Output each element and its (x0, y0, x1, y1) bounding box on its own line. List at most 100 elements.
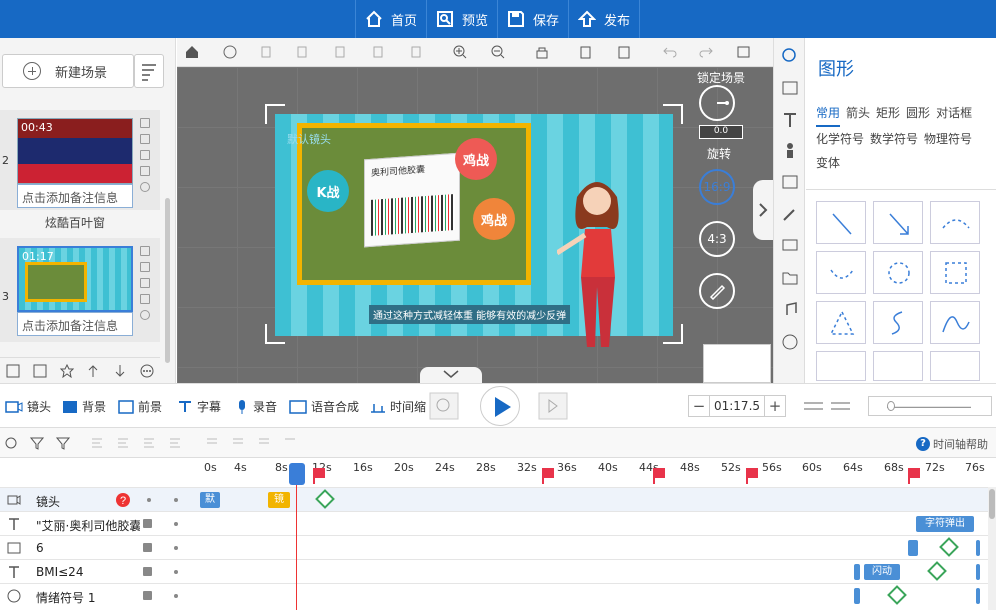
clip-flash[interactable]: 闪动 (864, 564, 900, 580)
lock-icon[interactable] (535, 45, 549, 59)
paste-icon[interactable] (617, 45, 631, 59)
track-emotion-1[interactable]: 情绪符号 1 (0, 583, 996, 607)
play-button[interactable] (480, 386, 520, 426)
clip-end[interactable] (976, 588, 980, 604)
clip-default[interactable]: 默 (200, 492, 220, 508)
clip-segment[interactable] (908, 540, 918, 556)
track-image-6[interactable]: 6 (0, 535, 996, 559)
more-icon[interactable] (140, 364, 154, 378)
timeline-zoom-slider[interactable] (868, 396, 992, 416)
scene-note-field[interactable]: 点击添加备注信息 (17, 184, 133, 208)
option-dot[interactable] (174, 498, 178, 502)
track-lane[interactable]: 字符弹出 (200, 512, 996, 536)
import-icon[interactable] (6, 364, 20, 378)
stage[interactable]: 奥利司他胶囊 K战 鸡战 鸡战 通过这种方式减轻体重 能够有效的减少反弹 默认镜… (177, 67, 773, 383)
export-icon[interactable] (140, 150, 150, 160)
add-keyframe-button[interactable] (315, 489, 335, 509)
more-icon[interactable] (782, 334, 798, 350)
redo-icon[interactable] (699, 45, 713, 59)
track-lane[interactable] (200, 536, 996, 560)
arrow-up-icon[interactable] (86, 364, 100, 378)
clip-start[interactable] (854, 564, 860, 580)
align-middle-icon[interactable] (333, 45, 347, 59)
align-tools-icon[interactable] (90, 436, 200, 450)
rotate-dial[interactable] (699, 85, 735, 121)
image-popup[interactable] (703, 344, 771, 383)
shape-triangle[interactable] (816, 301, 866, 344)
star-icon[interactable] (140, 182, 150, 192)
delete-icon[interactable] (140, 262, 150, 272)
text-icon[interactable] (782, 112, 798, 128)
more-icon[interactable] (223, 45, 237, 59)
timeline-ruler[interactable]: 0s 4s 8s 12s 16s 20s 24s 28s 32s 36s 40s… (0, 457, 996, 487)
tab-circle[interactable]: 圆形 (906, 101, 930, 125)
tab-chemistry[interactable]: 化学符号 (816, 127, 864, 151)
clip-char-popup[interactable]: 字符弹出 (916, 516, 974, 532)
arrow-down-icon[interactable] (113, 364, 127, 378)
scene-thumbnail[interactable]: 01:17 (17, 246, 133, 312)
clear-filter-icon[interactable] (56, 436, 70, 450)
tab-common[interactable]: 常用 (816, 101, 841, 127)
undo-icon[interactable] (663, 45, 677, 59)
keyframe[interactable] (887, 585, 907, 605)
expand-timeline-button[interactable] (420, 367, 482, 383)
time-scale-button[interactable]: 时间缩 (370, 398, 426, 415)
shape-spiral[interactable] (873, 301, 923, 344)
clip-start[interactable] (854, 588, 860, 604)
tab-dialog[interactable]: 对话框 (936, 101, 972, 125)
scene-note-field[interactable]: 点击添加备注信息 (17, 312, 133, 336)
scrollbar-thumb[interactable] (989, 489, 995, 519)
scene-marker-flag[interactable] (908, 468, 920, 484)
subtitle-button[interactable]: 字幕 (177, 398, 221, 415)
scrollbar-thumb[interactable] (165, 198, 170, 363)
shape-arrow[interactable] (873, 201, 923, 244)
time-decrease-button[interactable]: − (689, 397, 709, 415)
character-icon[interactable] (782, 142, 798, 158)
home-icon[interactable] (185, 45, 199, 59)
zoom-in-icon[interactable] (453, 45, 467, 59)
tab-math[interactable]: 数学符号 (870, 127, 918, 151)
track-scale-icon[interactable] (803, 399, 851, 413)
warning-icon[interactable]: ? (115, 492, 131, 508)
home-button[interactable]: 首页 (355, 0, 426, 38)
settings-icon[interactable] (737, 45, 751, 59)
align-top-icon[interactable] (259, 45, 273, 59)
timeline-scrollbar[interactable] (988, 487, 996, 610)
ratio-4-3-button[interactable]: 4:3 (699, 221, 735, 257)
distribute-icon[interactable] (409, 45, 423, 59)
star-icon[interactable] (140, 310, 150, 320)
folder-icon[interactable] (782, 270, 798, 286)
export-icon[interactable] (33, 364, 47, 378)
time-stepper[interactable]: − 01:17.5 + (688, 395, 786, 417)
clip-end[interactable] (976, 564, 980, 580)
visibility-dot[interactable] (147, 498, 151, 502)
zoom-out-icon[interactable] (491, 45, 505, 59)
lock-icon[interactable] (143, 519, 152, 528)
copy-icon[interactable] (579, 45, 593, 59)
shape-more-1[interactable] (816, 351, 866, 381)
collapse-panel-button[interactable] (753, 180, 773, 240)
star-icon[interactable] (59, 363, 74, 378)
lock-icon[interactable] (143, 591, 152, 600)
copy-icon[interactable] (140, 118, 150, 128)
track-camera[interactable]: 镜头 ? 默 镜 (0, 487, 996, 511)
slider-knob[interactable] (887, 401, 895, 411)
duplicate-icon[interactable] (140, 294, 150, 304)
foreground-button[interactable]: 前景 (118, 398, 162, 415)
shape-more-2[interactable] (873, 351, 923, 381)
zoom-fit-icon[interactable] (429, 392, 459, 420)
clip-end[interactable] (976, 540, 980, 556)
scene-marker-flag[interactable] (746, 468, 758, 484)
shape-curve-arrow[interactable] (816, 251, 866, 294)
background-button[interactable]: 背景 (62, 398, 106, 415)
scene-item-2[interactable]: 2 00:43 点击添加备注信息 (0, 110, 160, 210)
align-bottom-icon[interactable] (371, 45, 385, 59)
rotate-value-field[interactable]: 0.0 (699, 125, 743, 139)
sort-scenes-button[interactable] (134, 54, 164, 88)
option-dot[interactable] (174, 570, 178, 574)
tab-rect[interactable]: 矩形 (876, 101, 900, 125)
speech-bubble-icon[interactable] (782, 238, 798, 254)
option-dot[interactable] (174, 594, 178, 598)
tab-variant[interactable]: 变体 (816, 151, 840, 175)
effects-icon[interactable] (782, 206, 798, 222)
